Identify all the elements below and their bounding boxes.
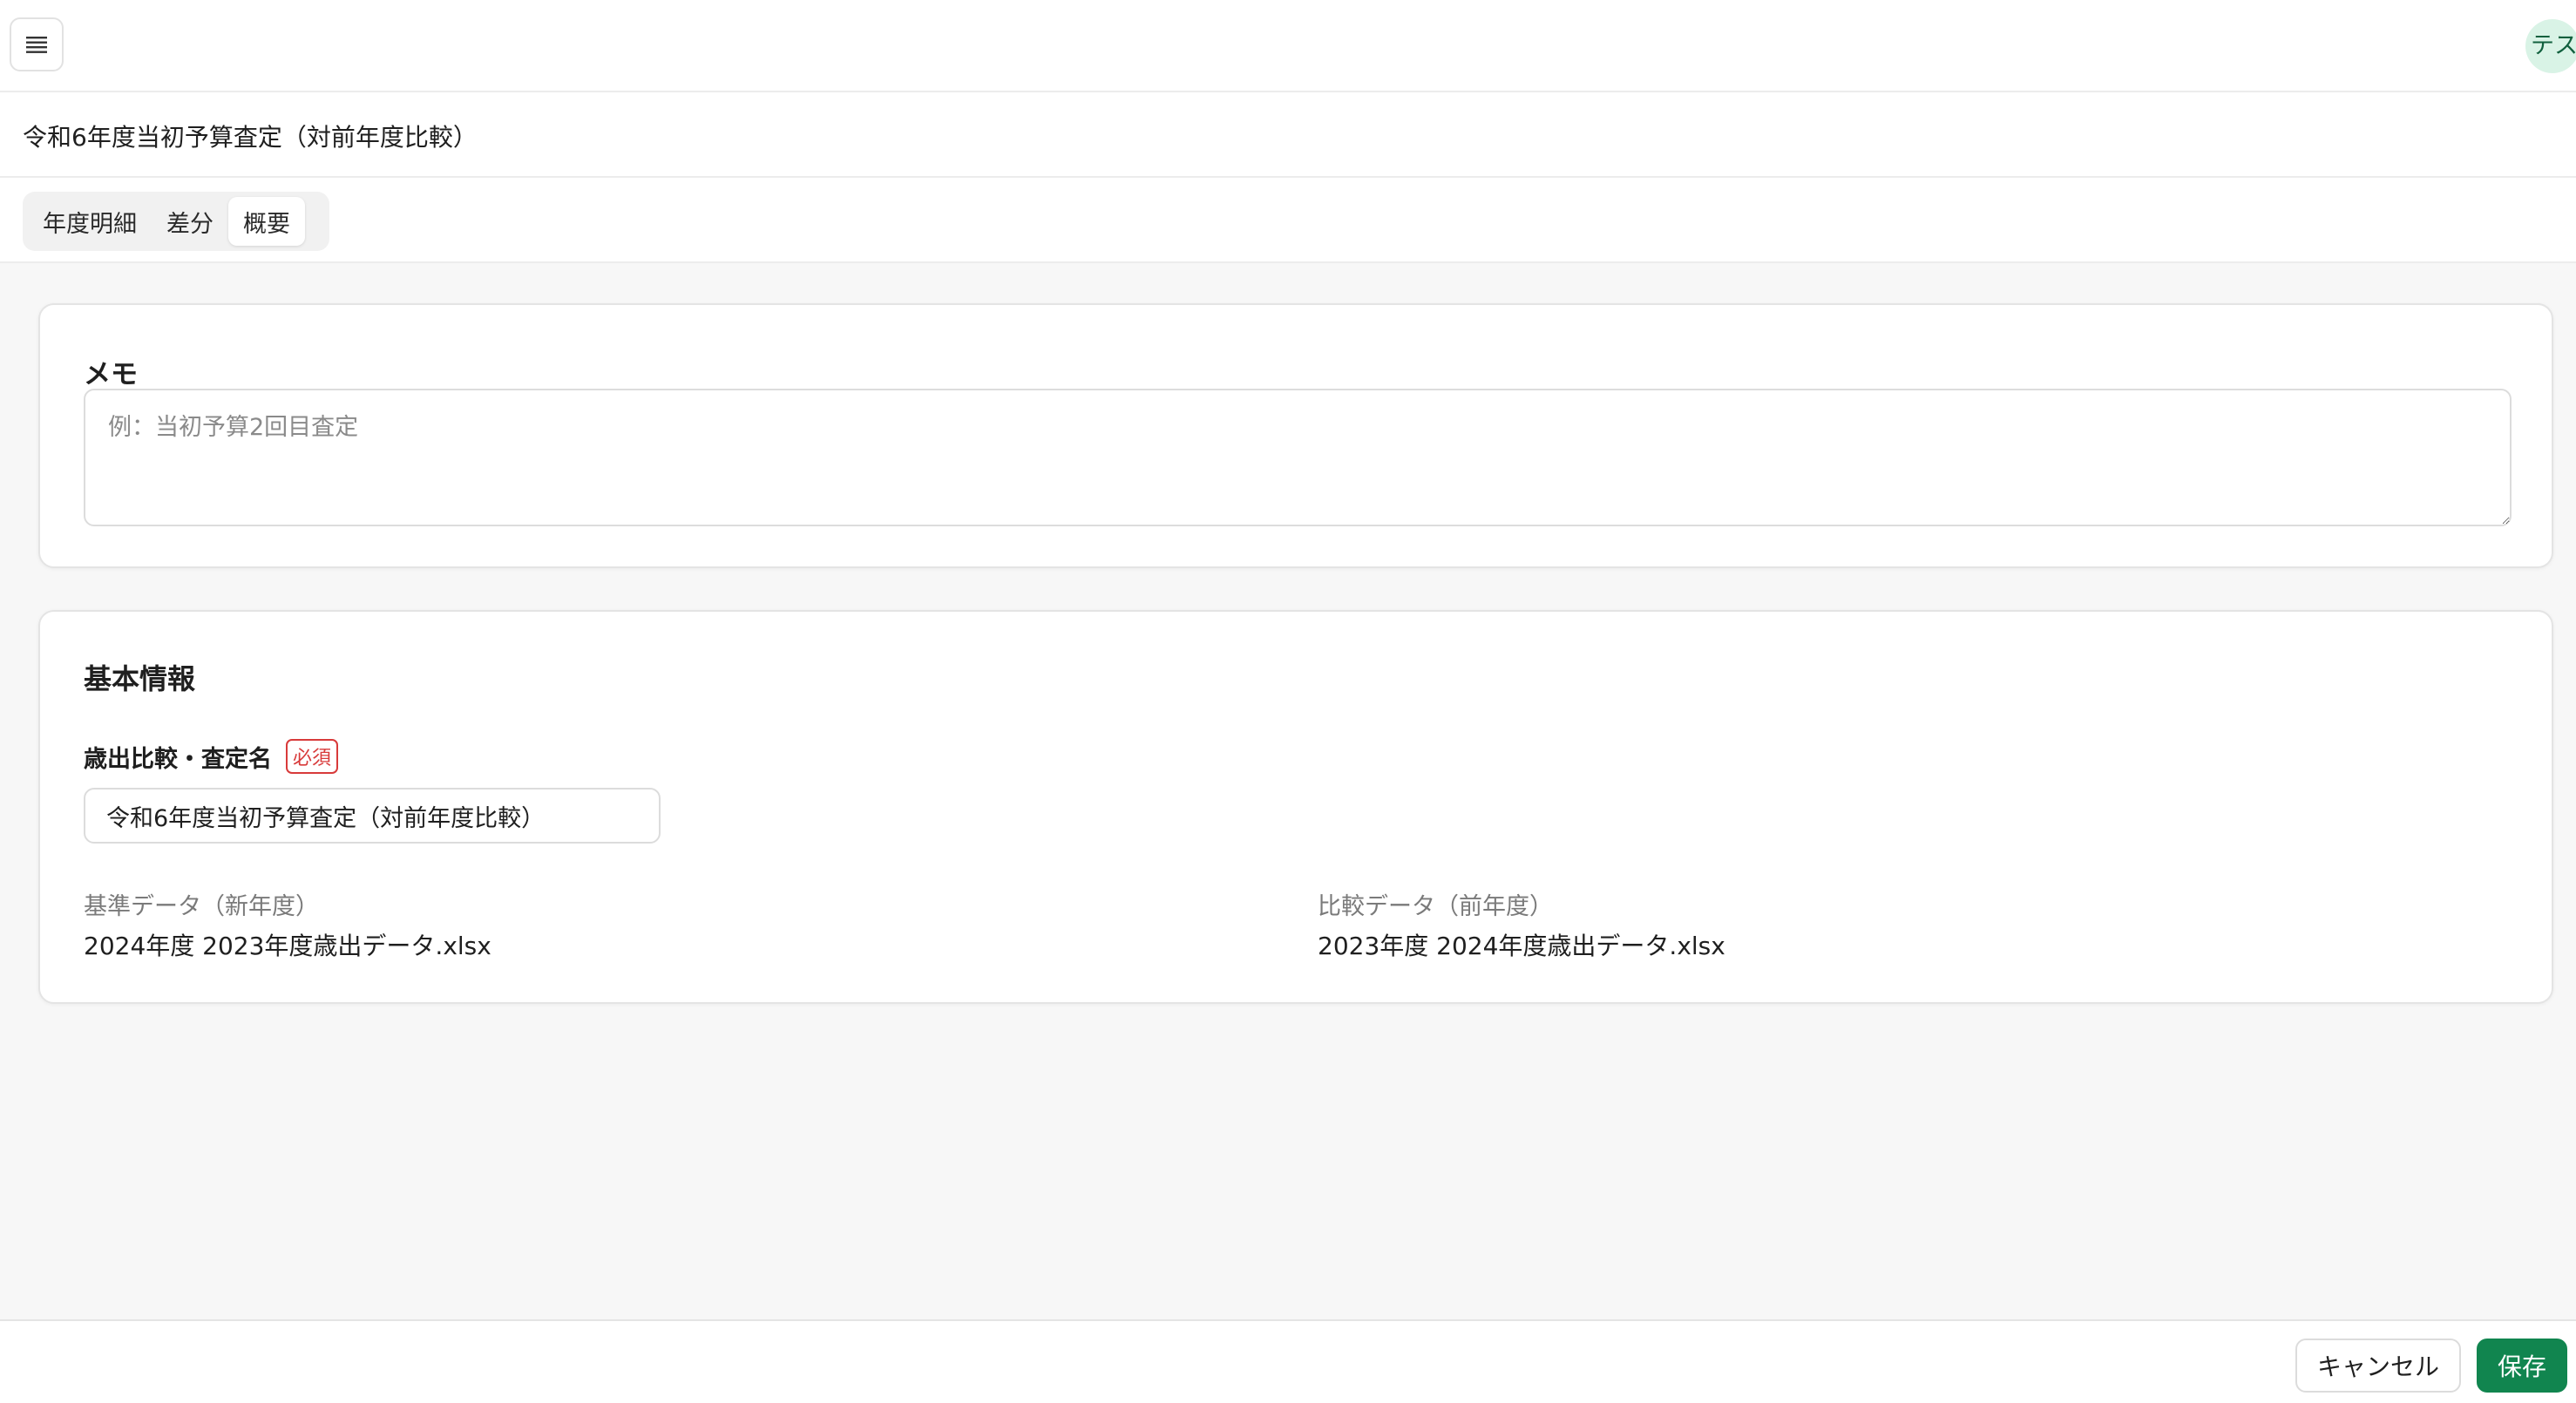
compare-data-label: 比較データ（前年度） (1318, 893, 1553, 920)
save-button[interactable]: 保存 (2477, 1339, 2567, 1393)
comparison-name-label-text: 歳出比較・査定名 (84, 745, 272, 773)
basic-info-title: 基本情報 (84, 662, 196, 695)
compare-data-value: 2023年度 2024年度歳出データ.xlsx (1318, 932, 1725, 960)
memo-textarea[interactable] (84, 389, 2512, 526)
cancel-button[interactable]: キャンセル (2295, 1339, 2461, 1393)
top-bar: テス (0, 0, 2576, 92)
app-window: テス 令和6年度当初予算査定（対前年度比較） 年度明細 差分 概要 メモ 基本情… (0, 0, 2576, 1403)
footer-bar: キャンセル 保存 (0, 1319, 2576, 1403)
tab-diff[interactable]: 差分 (152, 197, 228, 246)
tab-overview[interactable]: 概要 (228, 197, 305, 246)
comparison-name-label: 歳出比較・査定名 必須 (84, 739, 339, 774)
comparison-name-input[interactable] (84, 788, 661, 844)
required-badge: 必須 (286, 739, 339, 774)
title-bar: 令和6年度当初予算査定（対前年度比較） (0, 92, 2576, 178)
tab-yearly-details[interactable]: 年度明細 (28, 197, 152, 246)
base-data-value: 2024年度 2023年度歳出データ.xlsx (84, 932, 491, 960)
base-data-label: 基準データ（新年度） (84, 893, 319, 920)
memo-card: メモ (38, 303, 2553, 568)
basic-info-card: 基本情報 歳出比較・査定名 必須 基準データ（新年度） 2024年度 2023年… (38, 610, 2553, 1004)
memo-label: メモ (84, 359, 138, 390)
user-avatar[interactable]: テス (2525, 19, 2576, 73)
tabs-bar: 年度明細 差分 概要 (0, 178, 2576, 263)
hamburger-menu-button[interactable] (10, 17, 64, 71)
page-title: 令和6年度当初予算査定（対前年度比較） (23, 123, 478, 152)
hamburger-menu-icon (26, 37, 47, 53)
tab-group: 年度明細 差分 概要 (23, 192, 329, 251)
